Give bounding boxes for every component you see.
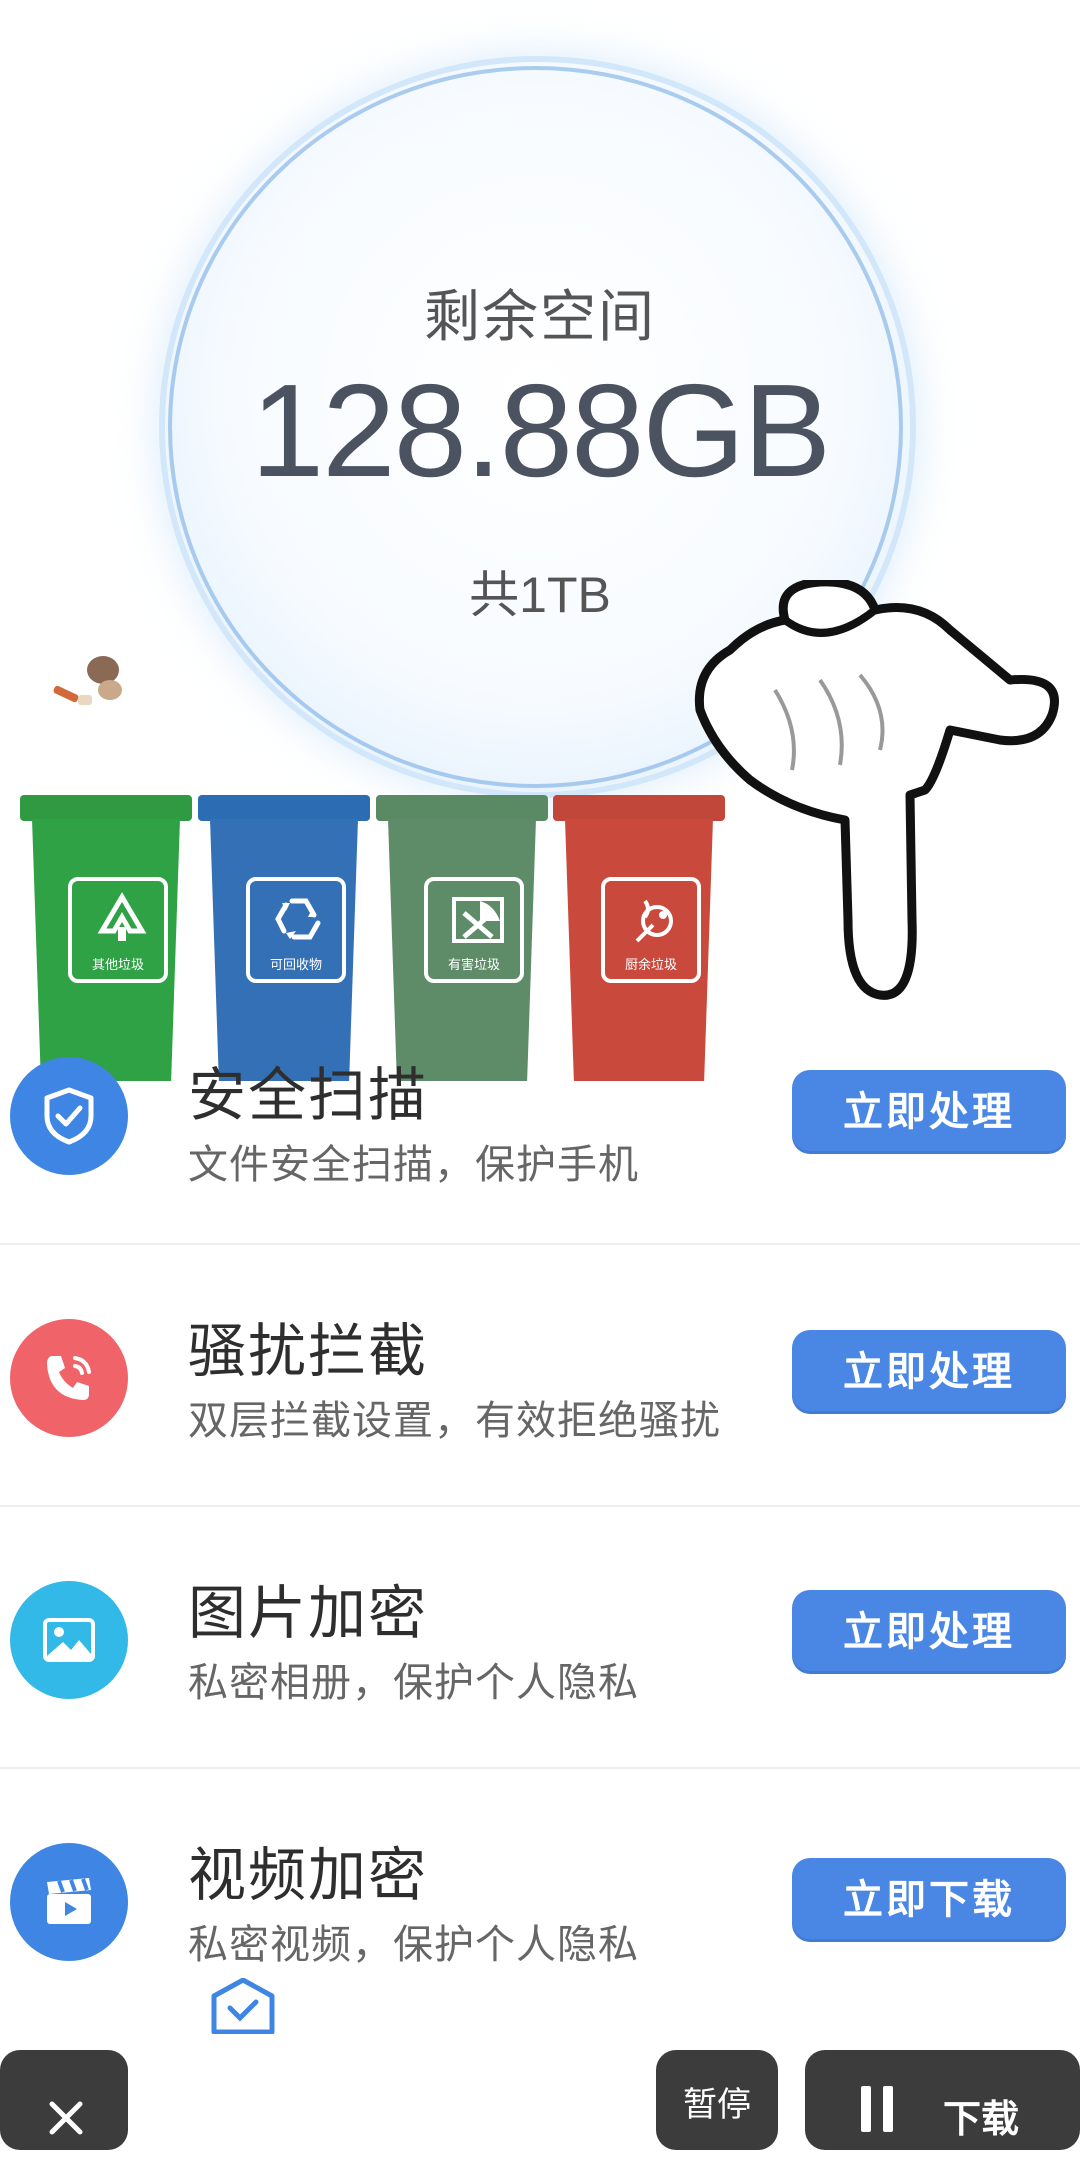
bin-label: 可回收物	[269, 957, 322, 972]
security-scan-action-button[interactable]: 立即处理	[792, 1070, 1066, 1154]
divider	[0, 1767, 1080, 1769]
bin-lid	[20, 795, 192, 821]
photo-encryption-badge	[10, 1581, 128, 1699]
harassment-block-action-button[interactable]: 立即处理	[792, 1330, 1066, 1414]
divider	[0, 1505, 1080, 1507]
recycle-icon	[275, 898, 321, 940]
pause-icon-bar	[861, 2086, 871, 2132]
feature-description: 文件安全扫描，保护手机	[188, 1143, 639, 1187]
feature-row-security-scan: 安全扫描 文件安全扫描，保护手机 立即处理	[0, 1000, 1080, 1230]
storage-label: 剩余空间	[424, 285, 656, 348]
image-icon	[43, 1618, 95, 1662]
pause-icon-bar	[883, 2086, 893, 2132]
bin-emblem: 有害垃圾	[424, 877, 524, 983]
harassment-block-badge	[10, 1319, 128, 1437]
storage-value: 128.88GB	[250, 357, 831, 504]
feature-title: 安全扫描	[188, 1063, 429, 1128]
bin-label: 其他垃圾	[91, 957, 144, 972]
shield-check-icon	[44, 1087, 94, 1145]
close-icon	[49, 2101, 83, 2135]
feature-row-harassment-block: 骚扰拦截 双层拦截设置，有效拒绝骚扰 立即处理	[0, 1262, 1080, 1492]
video-clapper-icon	[47, 1878, 91, 1924]
feature-title: 图片加密	[188, 1581, 429, 1646]
close-button[interactable]	[0, 2050, 128, 2150]
feature-description: 私密相册，保护个人隐私	[188, 1661, 639, 1705]
pointing-hand-icon	[694, 580, 1059, 1000]
bin-emblem: 可回收物	[246, 877, 346, 983]
shield-badge-icon	[211, 1978, 275, 2034]
security-scan-badge	[10, 1057, 128, 1175]
kitchen-waste-icon	[635, 899, 673, 943]
feature-title: 视频加密	[188, 1843, 429, 1908]
feature-title: 骚扰拦截	[188, 1319, 429, 1384]
bin-lid	[376, 795, 548, 821]
trash-stain-icon	[53, 656, 122, 705]
phone-call-icon	[47, 1356, 91, 1400]
bin-label: 有害垃圾	[447, 957, 500, 972]
bin-lid	[198, 795, 370, 821]
feature-description: 私密视频，保护个人隐私	[188, 1923, 639, 1967]
video-encryption-action-button[interactable]: 立即下载	[792, 1858, 1066, 1942]
photo-encryption-action-button[interactable]: 立即处理	[792, 1590, 1066, 1674]
hazardous-waste-icon	[452, 897, 504, 943]
bin-emblem: 其他垃圾	[68, 877, 168, 983]
feature-description: 双层拦截设置，有效拒绝骚扰	[188, 1399, 721, 1443]
feature-row-video-encryption: 视频加密 私密视频，保护个人隐私 立即下载	[0, 1786, 1080, 2016]
download-button[interactable]: 下载	[805, 2050, 1080, 2150]
download-label: 下载	[943, 2099, 1020, 2141]
video-encryption-badge	[10, 1843, 128, 1961]
divider	[0, 1243, 1080, 1245]
feature-row-photo-encryption: 图片加密 私密相册，保护个人隐私 立即处理	[0, 1524, 1080, 1754]
pause-button[interactable]: 暂停	[656, 2050, 778, 2150]
other-waste-icon	[97, 892, 147, 941]
